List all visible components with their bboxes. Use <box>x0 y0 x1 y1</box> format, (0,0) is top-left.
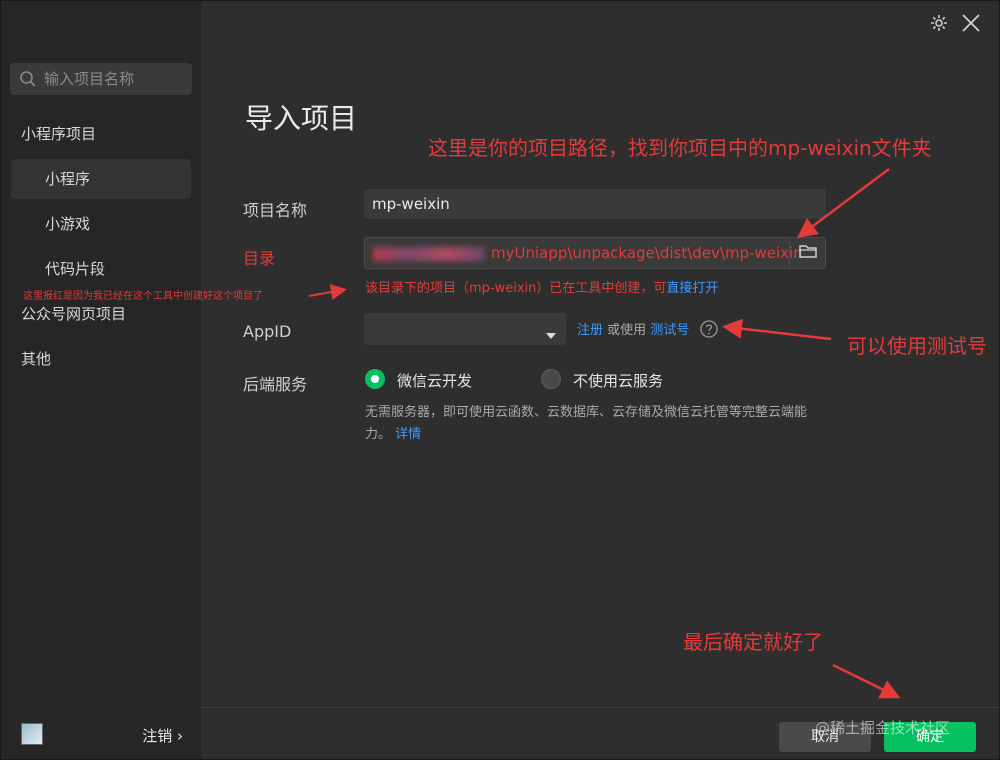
search-icon <box>18 69 38 89</box>
annotation-test-hint: 可以使用测试号 <box>847 334 987 358</box>
watermark: @稀土掘金技术社区 <box>815 719 951 737</box>
open-directly-link[interactable]: 直接打开 <box>666 281 718 296</box>
backend-label: 后端服务 <box>243 375 308 394</box>
search-input[interactable] <box>44 70 184 88</box>
radio-cloud-dev-label[interactable]: 微信云开发 <box>397 370 472 391</box>
details-link[interactable]: 详情 <box>395 427 421 442</box>
directory-warning-text: 该目录下的项目（mp-weixin）已在工具中创建，可 <box>365 281 667 296</box>
cloud-description-line1: 无需服务器，即可使用云函数、云数据库、云存储及微信云托管等完整云端能 <box>365 405 808 420</box>
radio-no-cloud-label[interactable]: 不使用云服务 <box>573 370 663 391</box>
project-name-field[interactable] <box>364 189 826 219</box>
or-use-text: 或使用 <box>607 323 647 338</box>
annotation-red-hint: 这里报红是因为我已经在这个工具中创建好这个项目了 <box>23 291 263 302</box>
test-account-link[interactable]: 测试号 <box>650 323 689 338</box>
sidebar-item-miniprogram[interactable]: 小程序 <box>11 159 191 199</box>
sidebar: 小程序项目 小程序 小游戏 代码片段 公众号网页项目 其他 注销 › <box>1 1 201 759</box>
chevron-down-icon <box>546 325 556 343</box>
folder-icon <box>798 242 818 264</box>
cloud-description-end: 力。 <box>365 427 392 442</box>
page-title: 导入项目 <box>245 102 358 135</box>
project-name-input[interactable] <box>364 189 826 219</box>
directory-path: myUniapp\unpackage\dist\dev\mp-weixin <box>373 244 803 262</box>
import-project-dialog: 小程序项目 小程序 小游戏 代码片段 公众号网页项目 其他 注销 › 导入项目 … <box>0 0 1000 760</box>
sidebar-item-minigame[interactable]: 小游戏 <box>1 204 201 244</box>
sidebar-item-other[interactable]: 其他 <box>1 339 201 379</box>
logout-button[interactable]: 注销 › <box>142 725 183 746</box>
browse-folder-button[interactable] <box>789 238 825 268</box>
appid-select[interactable] <box>364 313 566 345</box>
directory-label: 目录 <box>243 249 276 268</box>
help-icon[interactable] <box>699 319 719 343</box>
appid-label: AppID <box>243 322 292 341</box>
sidebar-footer: 注销 › <box>1 707 201 759</box>
radio-no-cloud[interactable] <box>541 369 561 389</box>
cloud-description-line2: 力。 详情 <box>365 423 421 442</box>
appid-actions: 注册 或使用 测试号 <box>577 319 689 338</box>
project-name-label: 项目名称 <box>243 201 308 220</box>
sidebar-item-code-snippet[interactable]: 代码片段 <box>1 249 201 289</box>
annotation-path-hint: 这里是你的项目路径，找到你项目中的mp-weixin文件夹 <box>428 136 932 160</box>
directory-field[interactable]: myUniapp\unpackage\dist\dev\mp-weixin <box>364 237 826 269</box>
avatar[interactable] <box>21 723 43 745</box>
annotation-confirm-hint: 最后确定就好了 <box>683 630 823 654</box>
directory-warning: 该目录下的项目（mp-weixin）已在工具中创建，可直接打开 <box>365 277 718 296</box>
radio-cloud-dev[interactable] <box>365 369 385 389</box>
redacted-path <box>373 246 485 261</box>
register-link[interactable]: 注册 <box>577 323 603 338</box>
sidebar-item-miniprogram-projects[interactable]: 小程序项目 <box>1 114 201 154</box>
directory-path-text: myUniapp\unpackage\dist\dev\mp-weixin <box>491 244 803 262</box>
search-box[interactable] <box>10 63 192 95</box>
